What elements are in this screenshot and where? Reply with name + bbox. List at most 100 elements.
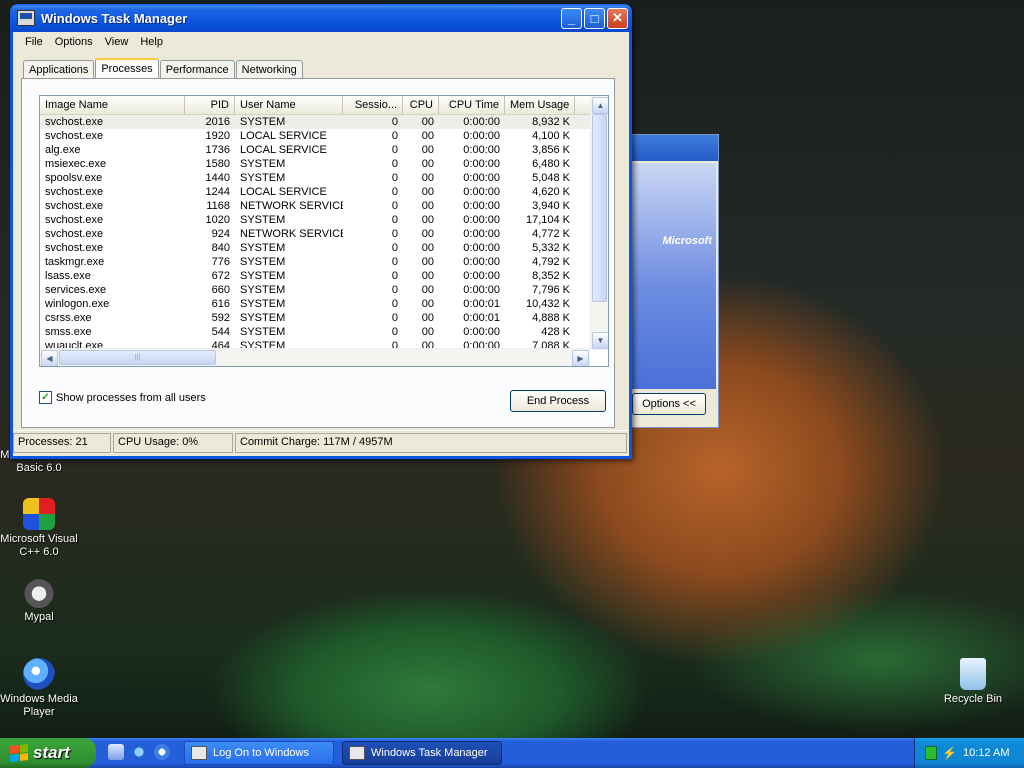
table-row[interactable]: svchost.exe 1920 LOCAL SERVICE 0 00 0:00:00 4,… [40, 129, 608, 143]
background-window-titlebar[interactable] [626, 135, 718, 161]
cell-cpu-time: 0:00:01 [463, 298, 500, 310]
taskbar-item-task-manager[interactable]: Windows Task Manager [342, 741, 502, 765]
menu-help[interactable]: Help [134, 36, 169, 48]
mypal-icon [23, 576, 55, 608]
show-desktop-icon[interactable] [108, 744, 124, 760]
maximize-button[interactable]: □ [584, 7, 605, 29]
table-row[interactable]: services.exe 660 SYSTEM 0 00 0:00:00 7,796 K [40, 283, 608, 297]
cell-user-name: SYSTEM [240, 214, 286, 226]
desktop-icon-label: Windows Media Player [0, 693, 78, 718]
minimize-button[interactable]: _ [561, 7, 582, 29]
table-row[interactable]: taskmgr.exe 776 SYSTEM 0 00 0:00:00 4,792 K [40, 255, 608, 269]
background-window[interactable]: Microsoft Options << [626, 134, 719, 428]
title-bar[interactable]: Windows Task Manager _ □ ✕ [10, 4, 632, 32]
table-row[interactable]: msiexec.exe 1580 SYSTEM 0 00 0:00:00 6,480 K [40, 157, 608, 171]
table-row[interactable]: svchost.exe 840 SYSTEM 0 00 0:00:00 5,332 K [40, 241, 608, 255]
internet-explorer-icon[interactable] [131, 744, 147, 760]
column-mem-usage[interactable]: Mem Usage [505, 96, 575, 114]
cell-user-name: NETWORK SERVICE [240, 228, 343, 240]
cell-cpu: 00 [421, 326, 434, 338]
scroll-down-button[interactable]: ▼ [592, 332, 608, 349]
table-row[interactable]: svchost.exe 1168 NETWORK SERVICE 0 00 0:00:00… [40, 199, 608, 213]
column-user-name[interactable]: User Name [235, 96, 343, 114]
column-session[interactable]: Sessio... [343, 96, 403, 114]
scroll-left-button[interactable]: ◀ [41, 350, 58, 366]
vertical-scroll-thumb[interactable] [592, 114, 607, 302]
cell-image-name: taskmgr.exe [45, 256, 105, 268]
options-button[interactable]: Options << [632, 393, 706, 415]
cell-session: 0 [391, 298, 398, 310]
cell-user-name: NETWORK SERVICE [240, 200, 343, 212]
table-row[interactable]: svchost.exe 924 NETWORK SERVICE 0 00 0:00:00 4… [40, 227, 608, 241]
cell-image-name: svchost.exe [45, 186, 104, 198]
scroll-right-button[interactable]: ▶ [572, 350, 589, 366]
table-row[interactable]: svchost.exe 1020 SYSTEM 0 00 0:00:00 17,104 K [40, 213, 608, 227]
desktop-icon-wmp[interactable]: Windows Media Player [0, 658, 84, 719]
cell-user-name: SYSTEM [240, 298, 286, 310]
task-manager-small-icon [349, 746, 365, 760]
taskbar-item-logon[interactable]: Log On to Windows [184, 741, 334, 765]
horizontal-scrollbar[interactable]: ◀ ||| ▶ [40, 348, 590, 366]
table-row[interactable]: csrss.exe 592 SYSTEM 0 00 0:00:01 4,888 K [40, 311, 608, 325]
cell-cpu: 00 [421, 116, 434, 128]
menu-options[interactable]: Options [49, 36, 99, 48]
checkbox-box[interactable]: ✓ [39, 391, 52, 404]
cell-user-name: SYSTEM [240, 116, 286, 128]
process-list[interactable]: Image Name PID User Name Sessio... CPU C… [39, 95, 609, 367]
cell-mem-usage: 7,796 K [532, 284, 570, 296]
process-list-header: Image Name PID User Name Sessio... CPU C… [40, 96, 608, 115]
cell-user-name: SYSTEM [240, 242, 286, 254]
menu-view[interactable]: View [99, 36, 135, 48]
cell-user-name: SYSTEM [240, 284, 286, 296]
task-manager-tray-icon[interactable] [925, 746, 937, 760]
close-button[interactable]: ✕ [607, 7, 628, 29]
start-button[interactable]: start [0, 738, 96, 768]
network-tray-icon[interactable]: ⚡ [942, 747, 957, 759]
status-bar: Processes: 21 CPU Usage: 0% Commit Charg… [13, 430, 629, 453]
cell-session: 0 [391, 228, 398, 240]
column-cpu-time[interactable]: CPU Time [439, 96, 505, 114]
show-all-users-checkbox[interactable]: ✓ Show processes from all users [39, 391, 206, 404]
cell-pid: 660 [211, 284, 230, 296]
cell-pid: 1244 [205, 186, 230, 198]
window-icon [191, 746, 207, 760]
task-manager-window[interactable]: Windows Task Manager _ □ ✕ File Options … [10, 4, 632, 459]
cell-pid: 672 [211, 270, 230, 282]
clock[interactable]: 10:12 AM [963, 747, 1009, 759]
scroll-up-button[interactable]: ▲ [592, 97, 608, 114]
menu-file[interactable]: File [19, 36, 49, 48]
table-row[interactable]: spoolsv.exe 1440 SYSTEM 0 00 0:00:00 5,048 K [40, 171, 608, 185]
table-row[interactable]: lsass.exe 672 SYSTEM 0 00 0:00:00 8,352 K [40, 269, 608, 283]
cell-mem-usage: 4,792 K [532, 256, 570, 268]
table-row[interactable]: winlogon.exe 616 SYSTEM 0 00 0:00:01 10,432 K [40, 297, 608, 311]
table-row[interactable]: svchost.exe 2016 SYSTEM 0 00 0:00:00 8,932 K [40, 115, 608, 129]
cell-pid: 592 [211, 312, 230, 324]
cell-session: 0 [391, 144, 398, 156]
cell-cpu-time: 0:00:00 [463, 326, 500, 338]
cell-mem-usage: 4,100 K [532, 130, 570, 142]
desktop-icon-mypal[interactable]: Mypal [0, 576, 84, 624]
cell-cpu-time: 0:00:00 [463, 158, 500, 170]
cell-cpu-time: 0:00:00 [463, 130, 500, 142]
horizontal-scroll-thumb[interactable]: ||| [59, 350, 216, 365]
media-player-icon[interactable] [154, 744, 170, 760]
vertical-scrollbar[interactable]: ▲ ▼ [590, 96, 608, 350]
column-image-name[interactable]: Image Name [40, 96, 185, 114]
table-row[interactable]: smss.exe 544 SYSTEM 0 00 0:00:00 428 K [40, 325, 608, 339]
cell-cpu-time: 0:00:00 [463, 186, 500, 198]
column-pid[interactable]: PID [185, 96, 235, 114]
cell-session: 0 [391, 172, 398, 184]
table-row[interactable]: alg.exe 1736 LOCAL SERVICE 0 00 0:00:00 3,856 … [40, 143, 608, 157]
cell-cpu-time: 0:00:00 [463, 284, 500, 296]
cell-mem-usage: 8,932 K [532, 116, 570, 128]
task-manager-icon [17, 10, 35, 26]
cell-session: 0 [391, 116, 398, 128]
table-row[interactable]: svchost.exe 1244 LOCAL SERVICE 0 00 0:00:00 4,… [40, 185, 608, 199]
cell-image-name: spoolsv.exe [45, 172, 103, 184]
desktop-icon-vc6[interactable]: Microsoft Visual C++ 6.0 [0, 498, 84, 559]
cell-cpu: 00 [421, 158, 434, 170]
cell-pid: 840 [211, 242, 230, 254]
column-cpu[interactable]: CPU [403, 96, 439, 114]
desktop-icon-recycle-bin[interactable]: Recycle Bin [928, 658, 1018, 706]
end-process-button[interactable]: End Process [510, 390, 606, 412]
